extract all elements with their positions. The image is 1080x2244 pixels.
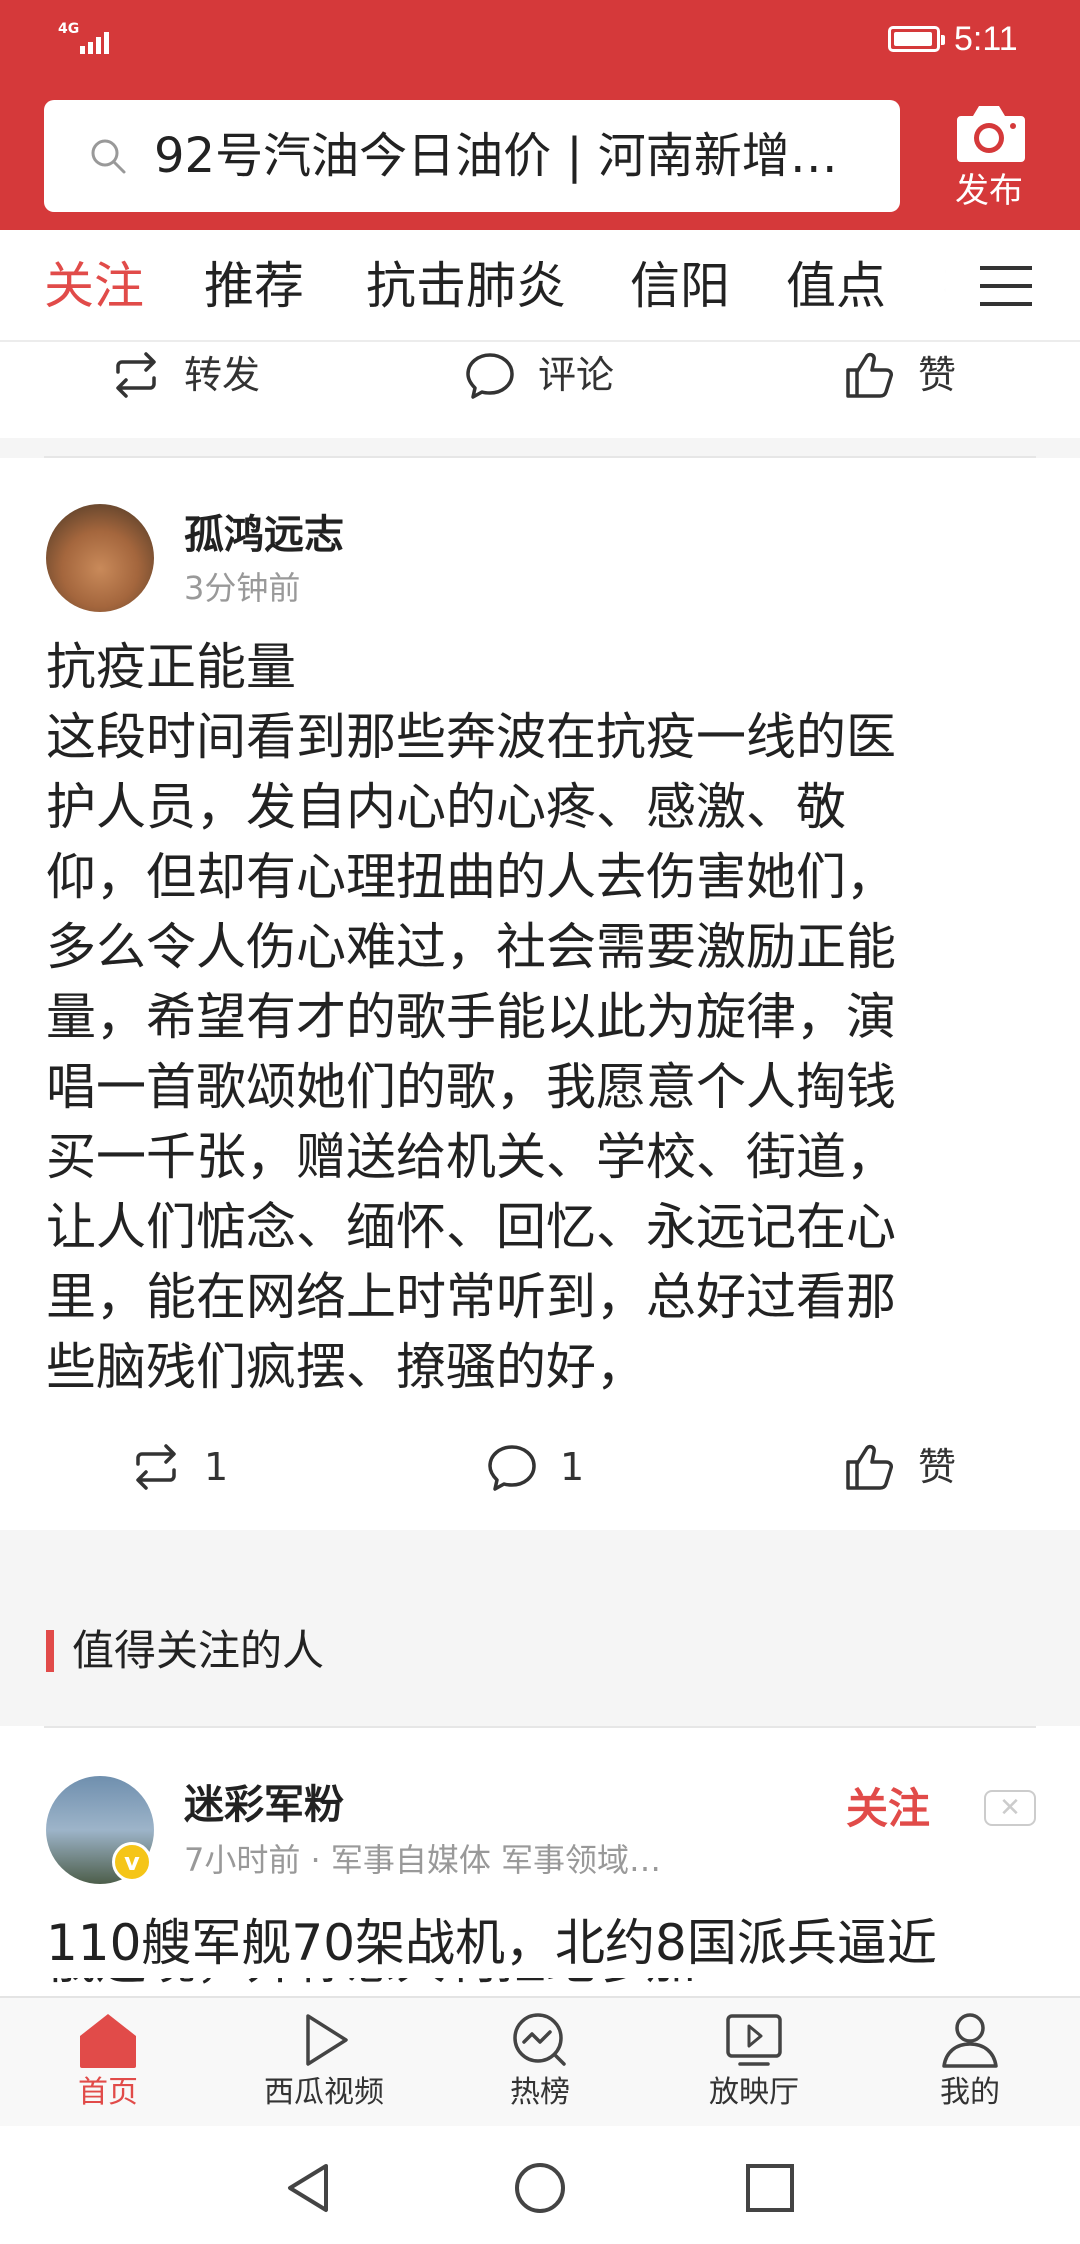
camera-icon xyxy=(957,106,1025,162)
trending-icon xyxy=(513,2013,566,2066)
status-bar: 4G 5:11 xyxy=(0,0,1080,80)
nav-theater[interactable]: 放映厅 xyxy=(664,2010,844,2120)
dismiss-button[interactable]: ✕ xyxy=(984,1790,1036,1826)
tab-fight-pneumonia[interactable]: 抗击肺炎 xyxy=(366,256,566,316)
like-label: 赞 xyxy=(918,1445,957,1489)
comment-button[interactable]: 评论 xyxy=(464,350,614,400)
repost-count: 1 xyxy=(204,1445,229,1489)
comment-icon xyxy=(488,1445,536,1491)
comment-count: 1 xyxy=(560,1445,585,1489)
post-time: 3分钟前 xyxy=(184,569,301,607)
nav-home-label: 首页 xyxy=(78,2075,138,2110)
repost-icon xyxy=(136,1444,176,1490)
recommend-headline[interactable]: 110艘军舰70架战机，北约8国派兵逼近 xyxy=(46,1908,1046,1978)
post-author[interactable]: 孤鸿远志 xyxy=(184,510,344,560)
follow-button[interactable]: 关注 xyxy=(846,1784,930,1834)
home-circle-icon[interactable] xyxy=(512,2160,568,2216)
battery-icon xyxy=(888,26,945,52)
channel-menu-icon[interactable] xyxy=(980,266,1032,306)
nav-home[interactable]: 首页 xyxy=(18,2010,198,2120)
like-button[interactable]: 赞 xyxy=(844,350,956,400)
channel-tabs: 关注 推荐 抗击肺炎 信阳 值点 视 xyxy=(0,230,1080,342)
nav-profile-label: 我的 xyxy=(940,2075,1000,2110)
like-button[interactable]: 赞 xyxy=(844,1442,956,1492)
nav-xigua-video[interactable]: 西瓜视频 xyxy=(234,2010,414,2120)
like-label: 赞 xyxy=(918,353,957,397)
home-icon xyxy=(80,2014,136,2068)
avatar[interactable] xyxy=(46,504,154,612)
repost-icon xyxy=(116,352,156,398)
search-icon xyxy=(91,139,126,174)
comment-icon xyxy=(466,353,514,399)
repost-button[interactable]: 转发 xyxy=(110,350,260,400)
prev-post-actions: 转发 评论 赞 xyxy=(0,330,1080,420)
bottom-nav: 首页 西瓜视频 热榜 放映厅 我的 xyxy=(0,1996,1080,2126)
nav-trending-label: 热榜 xyxy=(510,2075,570,2110)
profile-icon xyxy=(942,2013,998,2068)
tab-zhidian[interactable]: 值点 xyxy=(786,256,886,316)
app-header: 4G 5:11 92号汽油今日油价 | 河南新增… 发布 xyxy=(0,0,1080,230)
comment-button[interactable]: 1 xyxy=(486,1442,584,1492)
verified-badge-icon: v xyxy=(112,1842,152,1882)
thumbs-up-icon xyxy=(846,352,893,398)
theater-icon xyxy=(726,2014,782,2066)
tab-following[interactable]: 关注 xyxy=(44,256,144,316)
thumbs-up-icon xyxy=(846,1444,893,1490)
post-actions: 1 1 赞 xyxy=(0,1422,1080,1512)
repost-label: 转发 xyxy=(184,353,261,397)
tab-recommended[interactable]: 推荐 xyxy=(204,256,304,316)
nav-profile[interactable]: 我的 xyxy=(880,2010,1060,2120)
signal-icon: 4G xyxy=(58,22,118,58)
back-icon[interactable] xyxy=(282,2160,338,2216)
play-icon xyxy=(306,2014,348,2066)
post-content[interactable]: 抗疫正能量 这段时间看到那些奔波在抗疫一线的医 护人员，发自内心的心疼、感激、敬… xyxy=(46,632,1046,1402)
recommend-headline-cut: 俄边境，并称意大利拒绝参加 xyxy=(46,1978,1046,1996)
publish-button[interactable]: 发布 xyxy=(944,100,1034,220)
recommend-author[interactable]: 迷彩军粉 xyxy=(184,1780,344,1830)
system-nav-bar xyxy=(0,2126,1080,2244)
publish-label: 发布 xyxy=(955,171,1023,211)
search-bar[interactable]: 92号汽油今日油价 | 河南新增… xyxy=(44,100,900,212)
tab-xinyang[interactable]: 信阳 xyxy=(630,256,730,316)
comment-label: 评论 xyxy=(538,353,615,397)
clock: 5:11 xyxy=(954,20,1018,58)
recommend-meta: 7小时前 · 军事自媒体 军事领域… xyxy=(184,1841,662,1879)
nav-trending[interactable]: 热榜 xyxy=(450,2010,630,2120)
section-accent-bar xyxy=(46,1630,54,1672)
repost-button[interactable]: 1 xyxy=(130,1442,228,1492)
recents-icon[interactable] xyxy=(742,2160,798,2216)
nav-theater-label: 放映厅 xyxy=(709,2075,799,2110)
section-title: 值得关注的人 xyxy=(72,1626,325,1675)
nav-xigua-label: 西瓜视频 xyxy=(264,2075,384,2110)
network-type: 4G xyxy=(58,21,80,37)
search-hot-query: 92号汽油今日油价 | 河南新增… xyxy=(154,128,838,184)
